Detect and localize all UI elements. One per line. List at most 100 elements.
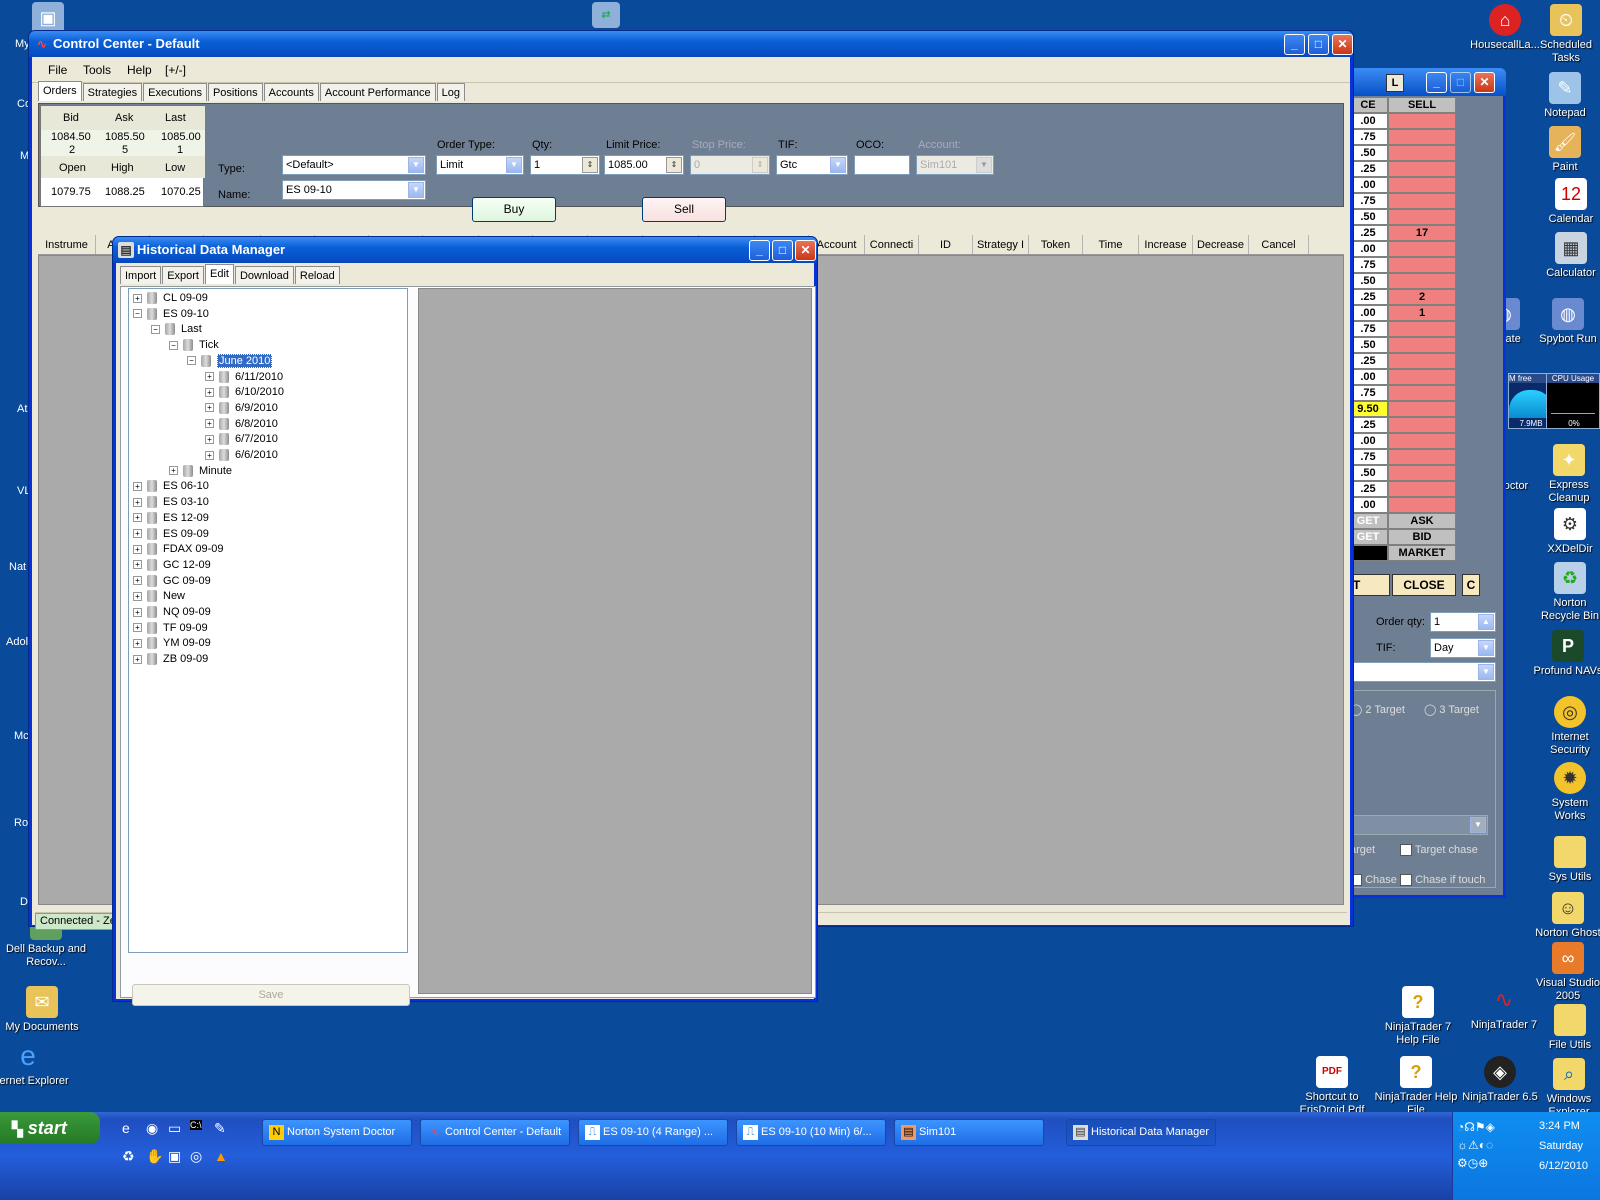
expand-icon[interactable]: + bbox=[169, 466, 178, 476]
desktop-icon-ninjatrader7-help[interactable]: ? NinjaTrader 7 Help File bbox=[1376, 986, 1460, 1047]
menu-help[interactable]: Help bbox=[127, 63, 152, 77]
desktop-icon-profund[interactable]: P Profund NAVs bbox=[1532, 630, 1600, 678]
expand-icon[interactable]: + bbox=[133, 293, 142, 303]
expand-icon[interactable]: + bbox=[133, 638, 142, 648]
sync-desktop-icon[interactable]: ⇄ bbox=[592, 2, 620, 28]
dom-sell-cell[interactable] bbox=[1388, 433, 1456, 449]
tree-node[interactable]: + TF 09-09 bbox=[133, 621, 208, 636]
grid-column-header[interactable]: Cancel bbox=[1249, 235, 1309, 254]
tab-export[interactable]: Export bbox=[162, 266, 204, 284]
desktop-icon-express-cleanup[interactable]: ✦ Express Cleanup bbox=[1534, 444, 1600, 505]
expand-icon[interactable]: + bbox=[205, 450, 214, 460]
dom-sell-cell[interactable] bbox=[1388, 337, 1456, 353]
close-button[interactable]: ✕ bbox=[1332, 34, 1353, 55]
minimize-button[interactable]: _ bbox=[749, 240, 770, 261]
expand-icon[interactable]: + bbox=[133, 654, 142, 664]
expand-icon[interactable]: + bbox=[133, 607, 142, 617]
spinner-icon[interactable]: ⇕ bbox=[666, 157, 682, 173]
hand-icon[interactable]: ✋ bbox=[146, 1148, 163, 1165]
chevron-down-icon[interactable]: ▼ bbox=[408, 182, 424, 198]
expand-icon[interactable]: + bbox=[133, 623, 142, 633]
spinner-icon[interactable]: ⇕ bbox=[582, 157, 598, 173]
expand-icon[interactable]: + bbox=[205, 434, 214, 444]
desktop-icon-ninjatrader65[interactable]: ◈ NinjaTrader 6.5 bbox=[1458, 1056, 1542, 1104]
archive-icon[interactable]: ▣ bbox=[168, 1148, 181, 1165]
dom-price-cell[interactable]: .00 bbox=[1348, 305, 1388, 321]
dom-price-cell[interactable]: .75 bbox=[1348, 257, 1388, 273]
grid-column-header[interactable]: Time bbox=[1083, 235, 1139, 254]
dom-price-cell[interactable]: .00 bbox=[1348, 433, 1388, 449]
desktop-icon-norton-recycle-bin[interactable]: ♻ Norton Recycle Bin bbox=[1534, 562, 1600, 623]
dom-price-cell[interactable]: .75 bbox=[1348, 385, 1388, 401]
expand-icon[interactable]: + bbox=[205, 372, 214, 382]
maximize-button[interactable]: □ bbox=[772, 240, 793, 261]
notepad-icon[interactable]: ✎ bbox=[214, 1120, 226, 1137]
maximize-button[interactable]: □ bbox=[1450, 72, 1471, 93]
dom-price-cell[interactable]: .50 bbox=[1348, 465, 1388, 481]
dom-price-cell[interactable]: .00 bbox=[1348, 369, 1388, 385]
chevron-down-icon[interactable]: ▼ bbox=[830, 157, 846, 173]
dom-sell-cell[interactable] bbox=[1388, 177, 1456, 193]
dom-sell-cell[interactable] bbox=[1388, 481, 1456, 497]
desktop-icon-erisdroid-pdf[interactable]: PDF Shortcut to ErisDroid.Pdf bbox=[1290, 1056, 1374, 1117]
taskbar-item-active[interactable]: ▤ Historical Data Manager bbox=[1066, 1119, 1216, 1146]
oco-field[interactable] bbox=[854, 155, 910, 175]
dom-price-cell[interactable]: .00 bbox=[1348, 113, 1388, 129]
dom-sell-cell[interactable] bbox=[1388, 385, 1456, 401]
maximize-button[interactable]: □ bbox=[1308, 34, 1329, 55]
tree-node[interactable]: + NQ 09-09 bbox=[133, 605, 211, 620]
desktop-icon-xxdeldir[interactable]: ⚙ XXDelDir bbox=[1536, 508, 1600, 556]
taskbar-item[interactable]: N Norton System Doctor bbox=[262, 1119, 412, 1146]
chevron-down-icon[interactable]: ▼ bbox=[1478, 640, 1494, 656]
dom-l-button[interactable]: L bbox=[1386, 74, 1404, 92]
tab-account-performance[interactable]: Account Performance bbox=[319, 83, 436, 101]
dom-sell-cell[interactable] bbox=[1388, 321, 1456, 337]
dom-sell-cell[interactable] bbox=[1388, 273, 1456, 289]
dom-price-cell[interactable]: .50 bbox=[1348, 337, 1388, 353]
dom-price-cell[interactable]: .75 bbox=[1348, 449, 1388, 465]
norton-icon[interactable]: ◉ bbox=[146, 1120, 158, 1137]
tree-node[interactable]: + CL 09-09 bbox=[133, 291, 208, 306]
limit-price-field[interactable]: 1085.00 ⇕ bbox=[604, 155, 684, 175]
desktop-icon-ninjatrader-help[interactable]: ? NinjaTrader Help File bbox=[1374, 1056, 1458, 1117]
expand-icon[interactable]: + bbox=[133, 544, 142, 554]
tree-node[interactable]: +6/10/2010 bbox=[205, 385, 284, 400]
expand-icon[interactable]: + bbox=[133, 591, 142, 601]
chase-if-touch-checkbox[interactable]: Chase if touch bbox=[1400, 874, 1485, 887]
minimize-button[interactable]: _ bbox=[1284, 34, 1305, 55]
chevron-down-icon[interactable]: ▼ bbox=[506, 157, 522, 173]
dom-close-button[interactable]: CLOSE bbox=[1392, 574, 1456, 596]
tree-node[interactable]: + FDAX 09-09 bbox=[133, 542, 224, 557]
instrument-select[interactable]: ES 09-10 ▼ bbox=[282, 180, 426, 200]
tree-node[interactable]: − Last bbox=[151, 322, 202, 337]
dom-left-button[interactable]: T bbox=[1348, 574, 1390, 596]
dom-sell-cell[interactable] bbox=[1388, 497, 1456, 513]
dom-button-right[interactable]: MARKET bbox=[1388, 545, 1456, 561]
desktop-icon-internet-explorer[interactable]: e Internet Explorer bbox=[0, 1040, 70, 1088]
dom-price-cell[interactable]: .50 bbox=[1348, 273, 1388, 289]
tab-orders[interactable]: Orders bbox=[38, 81, 82, 101]
dom-price-cell[interactable]: .75 bbox=[1348, 193, 1388, 209]
desktop-icon-windows-explorer[interactable]: ⌕ Windows Explorer bbox=[1534, 1058, 1600, 1119]
dom-sell-cell[interactable] bbox=[1388, 145, 1456, 161]
dom-button-right[interactable]: ASK bbox=[1388, 513, 1456, 529]
dom-price-cell[interactable]: .75 bbox=[1348, 129, 1388, 145]
dom-header-price[interactable]: CE bbox=[1348, 97, 1388, 113]
close-button[interactable]: ✕ bbox=[1474, 72, 1495, 93]
dom-price-cell[interactable]: .00 bbox=[1348, 177, 1388, 193]
dom-sell-cell[interactable]: 17 bbox=[1388, 225, 1456, 241]
tab-log[interactable]: Log bbox=[436, 83, 465, 101]
grid-column-header[interactable]: Token bbox=[1029, 235, 1083, 254]
dom-price-cell[interactable]: .75 bbox=[1348, 321, 1388, 337]
dom-price-cell[interactable]: .25 bbox=[1348, 225, 1388, 241]
collapse-icon[interactable]: − bbox=[169, 340, 178, 350]
expand-icon[interactable]: + bbox=[205, 419, 214, 429]
tab-strategies[interactable]: Strategies bbox=[82, 83, 143, 101]
dom-tif-select[interactable]: Day ▼ bbox=[1430, 638, 1496, 658]
tree-node[interactable]: − June 2010 bbox=[187, 353, 273, 369]
dom-price-cell[interactable]: .00 bbox=[1348, 497, 1388, 513]
dom-sell-cell[interactable] bbox=[1388, 161, 1456, 177]
desktop-icon-my-documents[interactable]: ✉ My Documents bbox=[0, 986, 84, 1034]
cmd-icon[interactable]: C:\ bbox=[190, 1120, 202, 1130]
disc-icon[interactable]: ◎ bbox=[190, 1148, 202, 1165]
